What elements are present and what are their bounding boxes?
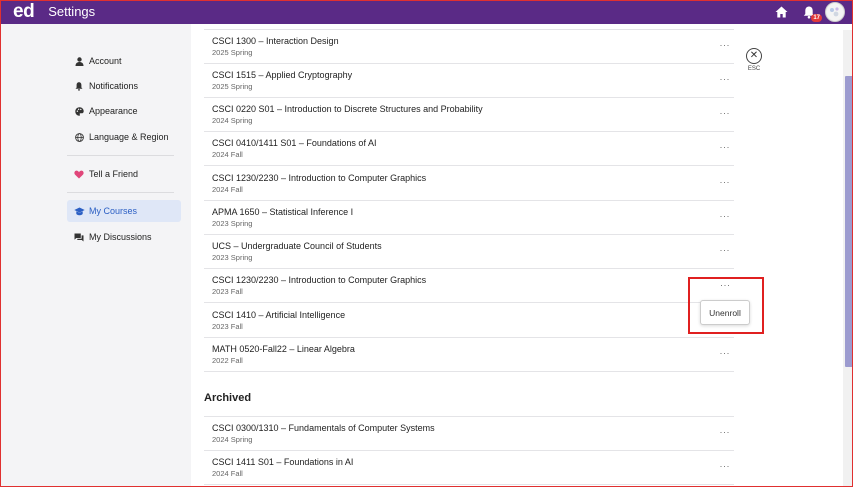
course-row[interactable]: CSCI 0220 S01 – Introduction to Discrete… <box>204 98 734 132</box>
avatar[interactable] <box>825 2 845 22</box>
sidebar-item-appearance[interactable]: Appearance <box>67 100 181 122</box>
course-title[interactable]: UCS – Undergraduate Council of Students <box>212 241 382 251</box>
course-row[interactable]: CSCI 1410 – Artificial Intelligence 2023… <box>204 304 734 338</box>
more-options-icon[interactable]: ··· <box>720 142 731 152</box>
course-title[interactable]: CSCI 0410/1411 S01 – Foundations of AI <box>212 138 376 148</box>
course-row[interactable]: APMA 1650 – Statistical Inference I 2023… <box>204 201 734 235</box>
close-button[interactable]: ✕ ESC <box>744 48 764 72</box>
sidebar-item-my-discussions[interactable]: My Discussions <box>67 226 181 248</box>
course-term: 2024 Spring <box>212 435 253 444</box>
course-term: 2023 Spring <box>212 253 253 262</box>
course-term: 2024 Spring <box>212 116 253 125</box>
more-options-icon[interactable]: ··· <box>720 245 731 255</box>
more-options-icon[interactable]: ··· <box>720 348 731 358</box>
highlight-box <box>688 277 764 334</box>
course-title[interactable]: CSCI 1410 – Artificial Intelligence <box>212 310 345 320</box>
course-title[interactable]: CSCI 1230/2230 – Introduction to Compute… <box>212 275 426 285</box>
globe-icon <box>69 132 89 142</box>
person-icon <box>69 56 89 66</box>
sidebar-item-language-region[interactable]: Language & Region <box>67 126 181 148</box>
course-term: 2022 Fall <box>212 356 243 365</box>
sidebar-item-account[interactable]: Account <box>67 50 181 72</box>
sidebar-item-my-courses[interactable]: My Courses <box>67 200 181 222</box>
sidebar-item-label: My Courses <box>89 206 138 216</box>
course-row[interactable]: CSCI 1230/2230 – Introduction to Compute… <box>204 167 734 201</box>
course-row[interactable]: MATH 0520-Fall22 – Linear Algebra 2022 F… <box>204 338 734 372</box>
home-icon[interactable] <box>771 2 791 22</box>
chat-icon <box>69 233 89 242</box>
course-term: 2023 Fall <box>212 287 243 296</box>
sidebar-divider <box>67 192 174 193</box>
course-title[interactable]: MATH 0520-Fall22 – Linear Algebra <box>212 344 355 354</box>
scrollbar-thumb[interactable] <box>845 76 853 367</box>
more-options-icon[interactable]: ··· <box>720 461 731 471</box>
sidebar-item-label: Tell a Friend <box>89 169 139 179</box>
palette-icon <box>69 106 89 116</box>
course-row[interactable]: CSCI 0410/1411 S01 – Foundations of AI 2… <box>204 132 734 166</box>
course-title[interactable]: APMA 1650 – Statistical Inference I <box>212 207 353 217</box>
esc-label: ESC <box>747 66 761 72</box>
course-row[interactable]: CSCI 1230/2230 – Introduction to Compute… <box>204 269 734 303</box>
heart-icon <box>69 170 89 179</box>
archived-section-title: Archived <box>204 392 252 404</box>
more-options-icon[interactable]: ··· <box>720 427 731 437</box>
bell-icon <box>69 81 89 91</box>
course-title[interactable]: CSCI 1515 – Applied Cryptography <box>212 70 352 80</box>
sidebar-item-label: Account <box>89 56 122 66</box>
topbar-actions: 17 <box>763 2 845 22</box>
course-term: 2023 Fall <box>212 322 243 331</box>
course-term: 2025 Spring <box>212 82 253 91</box>
course-term: 2024 Fall <box>212 185 243 194</box>
sidebar-item-label: Notifications <box>89 81 139 91</box>
sidebar-divider <box>67 155 174 156</box>
more-options-icon[interactable]: ··· <box>720 211 731 221</box>
course-row[interactable]: CSCI 1411 S01 – Foundations in AI 2024 F… <box>204 451 734 485</box>
notification-count-badge: 17 <box>811 14 822 22</box>
more-options-icon[interactable]: ··· <box>720 108 731 118</box>
course-title[interactable]: CSCI 1300 – Interaction Design <box>212 36 339 46</box>
sidebar-item-notifications[interactable]: Notifications <box>67 75 181 97</box>
course-row[interactable]: CSCI 1515 – Applied Cryptography 2025 Sp… <box>204 64 734 98</box>
course-row[interactable]: CSCI 0300/1310 – Fundamentals of Compute… <box>204 417 734 451</box>
more-options-icon[interactable]: ··· <box>720 74 731 84</box>
course-row[interactable]: CSCI 1300 – Interaction Design 2025 Spri… <box>204 30 734 64</box>
sidebar-item-label: Appearance <box>89 106 138 116</box>
course-term: 2024 Fall <box>212 150 243 159</box>
course-title[interactable]: CSCI 0300/1310 – Fundamentals of Compute… <box>212 423 435 433</box>
sidebar-item-tell-a-friend[interactable]: Tell a Friend <box>67 163 181 185</box>
sidebar-item-label: Language & Region <box>89 132 169 142</box>
graduation-cap-icon <box>69 207 89 216</box>
course-title[interactable]: CSCI 1230/2230 – Introduction to Compute… <box>212 173 426 183</box>
more-options-icon[interactable]: ··· <box>720 40 731 50</box>
course-term: 2024 Fall <box>212 469 243 478</box>
more-options-icon[interactable]: ··· <box>720 177 731 187</box>
course-row[interactable]: UCS – Undergraduate Council of Students … <box>204 235 734 269</box>
notifications-bell-icon[interactable]: 17 <box>799 2 822 22</box>
course-title[interactable]: CSCI 0220 S01 – Introduction to Discrete… <box>212 104 483 114</box>
top-bar: ed Settings 17 <box>0 0 853 24</box>
course-term: 2023 Spring <box>212 219 253 228</box>
close-icon[interactable]: ✕ <box>746 48 762 64</box>
page-title: Settings <box>48 4 96 19</box>
course-term: 2025 Spring <box>212 48 253 57</box>
sidebar-item-label: My Discussions <box>89 232 152 242</box>
ed-logo[interactable]: ed <box>13 0 35 24</box>
course-title[interactable]: CSCI 1411 S01 – Foundations in AI <box>212 457 353 467</box>
